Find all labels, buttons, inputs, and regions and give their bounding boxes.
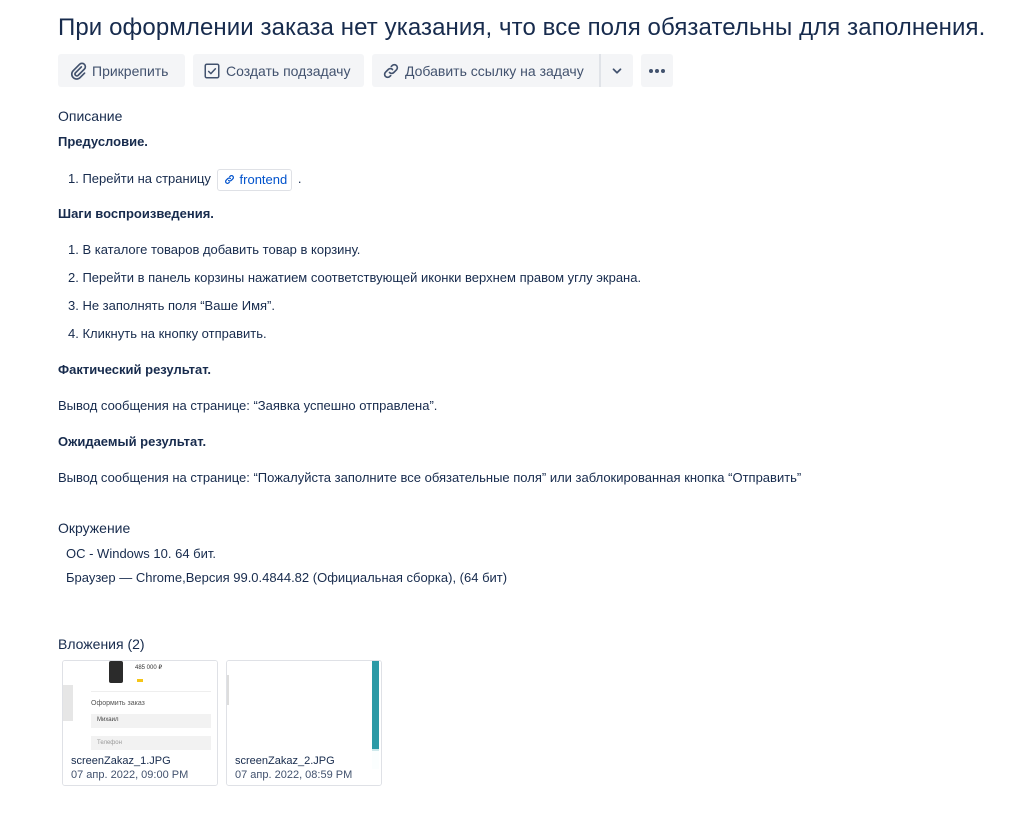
thumb-product-image — [109, 661, 123, 683]
thumb-edge — [227, 675, 229, 705]
thumb-price: 485 000 ₽ — [135, 665, 163, 671]
thumb-divider — [91, 691, 211, 692]
chevron-down-icon — [610, 64, 624, 78]
subtask-icon — [203, 62, 221, 80]
list-item: 4. Кликнуть на кнопку отправить. — [68, 326, 267, 341]
attachment-name: screenZakaz_2.JPG — [235, 755, 335, 767]
attach-label: Прикрепить — [92, 62, 169, 79]
steps-heading: Шаги воспроизведения. — [58, 206, 214, 221]
thumb-teal-bar — [372, 661, 379, 749]
attachment-name: screenZakaz_1.JPG — [71, 755, 171, 767]
expected-result-text: Вывод сообщения на странице: “Пожалуйста… — [58, 470, 802, 485]
add-link-label: Добавить ссылку на задачу — [405, 62, 584, 79]
more-icon — [648, 68, 666, 74]
precondition-suffix: . — [297, 171, 302, 186]
thumb-phone-field: Телефон — [91, 736, 211, 750]
attachment-card[interactable]: screenZakaz_2.JPG 07 апр. 2022, 08:59 PM — [226, 660, 382, 786]
expected-result-heading: Ожидаемый результат. — [58, 434, 207, 449]
issue-title[interactable]: При оформлении заказа нет указания, что … — [58, 14, 985, 42]
precondition-heading: Предусловие. — [58, 134, 148, 149]
link-icon — [224, 175, 234, 184]
list-item: 1. В каталоге товаров добавить товар в к… — [68, 242, 361, 257]
attachment-thumbnail — [227, 661, 381, 769]
list-item: 2. Перейти в панель корзины нажатием соо… — [68, 270, 642, 285]
frontend-link[interactable]: frontend — [216, 168, 293, 191]
frontend-link-label: frontend — [239, 171, 288, 187]
paperclip-icon — [69, 62, 87, 80]
description-label: Описание — [58, 108, 123, 124]
thumb-name-field: Михаил — [91, 714, 211, 728]
attachment-date: 07 апр. 2022, 09:00 PM — [71, 769, 189, 781]
more-actions-button[interactable] — [641, 54, 673, 87]
add-link-button[interactable]: Добавить ссылку на задачу — [372, 54, 599, 87]
attachment-date: 07 апр. 2022, 08:59 PM — [235, 769, 353, 781]
precondition-item: 1. Перейти на страницу frontend . — [68, 168, 301, 191]
environment-line: ОС - Windows 10. 64 бит. — [66, 546, 216, 561]
thumb-rating — [137, 679, 143, 682]
attachment-card[interactable]: 485 000 ₽ Оформить заказ Михаил Телефон … — [62, 660, 218, 786]
link-dropdown-button[interactable] — [601, 54, 633, 87]
attach-button[interactable]: Прикрепить — [58, 54, 185, 87]
create-subtask-button[interactable]: Создать подзадачу — [193, 54, 364, 87]
attachment-thumbnail: 485 000 ₽ Оформить заказ Михаил Телефон — [63, 661, 217, 755]
thumb-side-image — [63, 685, 73, 721]
precondition-text: 1. Перейти на страницу — [68, 171, 211, 186]
list-item: 3. Не заполнять поля “Ваше Имя”. — [68, 298, 275, 313]
actual-result-heading: Фактический результат. — [58, 362, 212, 377]
actual-result-text: Вывод сообщения на странице: “Заявка усп… — [58, 398, 438, 413]
link-icon — [382, 62, 400, 80]
thumb-form-title: Оформить заказ — [91, 700, 145, 707]
environment-label: Окружение — [58, 520, 131, 536]
thumb-phone-placeholder: Телефон — [97, 740, 122, 746]
environment-line: Браузер — Chrome,Версия 99.0.4844.82 (Оф… — [66, 570, 508, 585]
attachments-label: Вложения (2) — [58, 636, 145, 652]
create-subtask-label: Создать подзадачу — [226, 62, 351, 79]
thumb-name-value: Михаил — [97, 717, 119, 723]
